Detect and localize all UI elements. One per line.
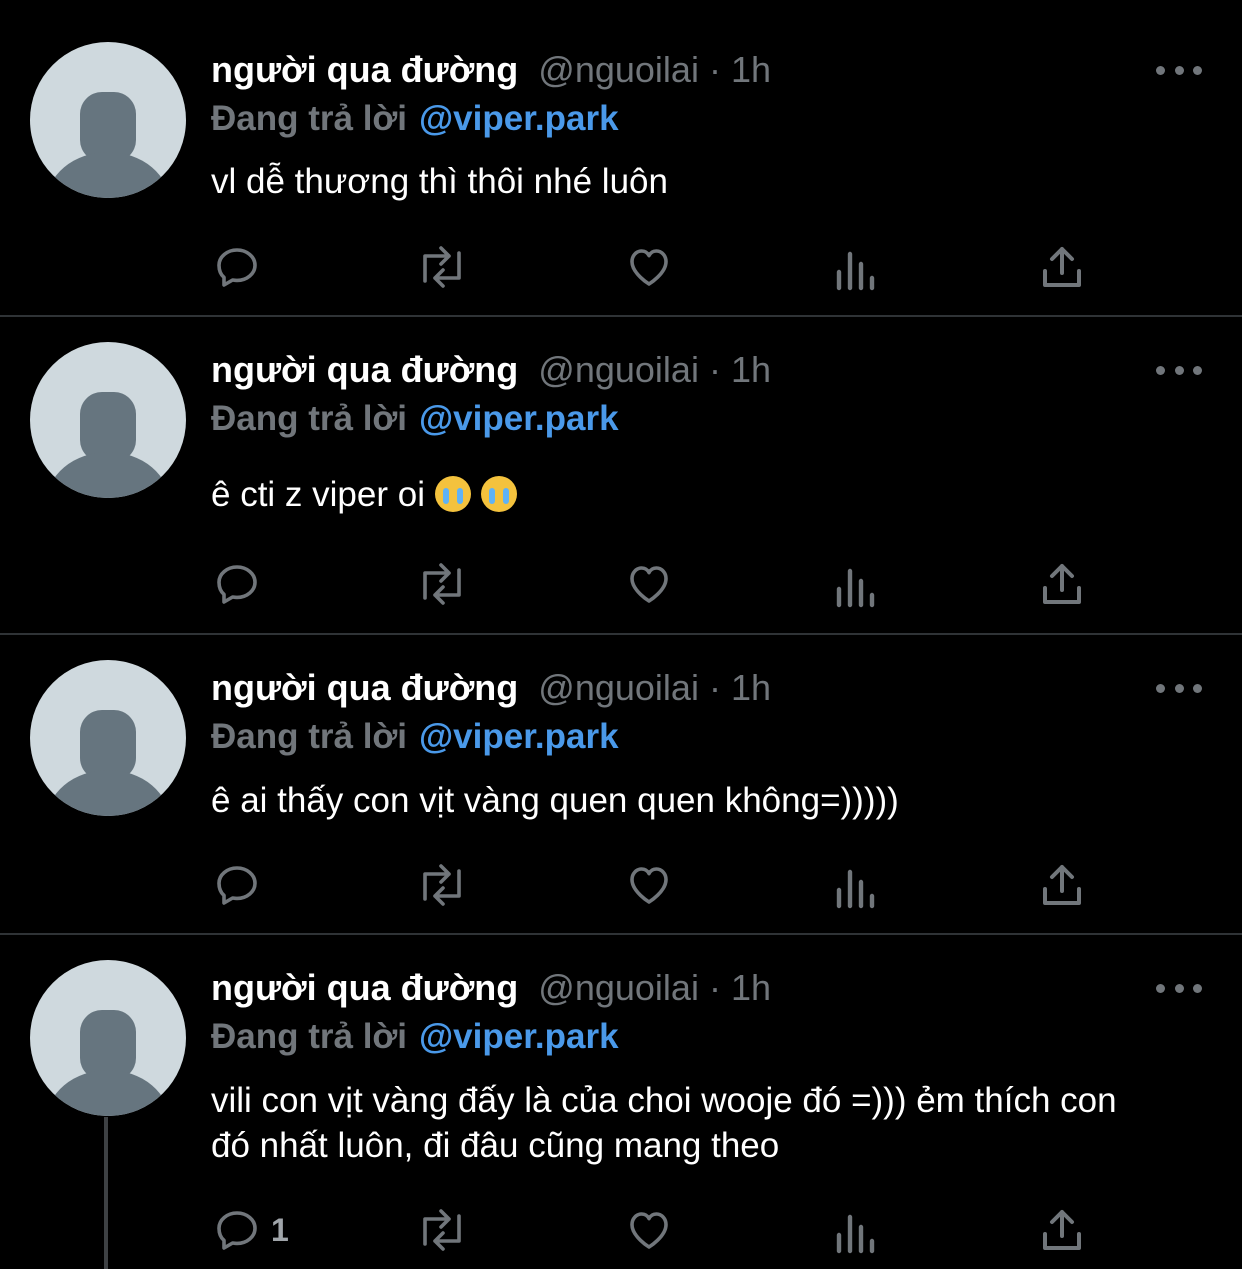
tweet-text: ê ai thấy con vịt vàng quen quen không=)…	[211, 781, 899, 820]
reply-icon	[217, 565, 257, 604]
avatar[interactable]	[30, 42, 186, 198]
retweet-icon	[423, 1209, 461, 1251]
avatar[interactable]	[30, 960, 186, 1116]
mention-link[interactable]: @viper.park	[419, 99, 619, 139]
timestamp[interactable]: 1h	[731, 49, 771, 91]
loudly-crying-face-icon	[480, 476, 517, 512]
retweet-icon	[423, 563, 461, 605]
display-name[interactable]: người qua đường	[211, 49, 518, 91]
share-button[interactable]	[1039, 860, 1085, 910]
tweet-1[interactable]: người qua đường @nguoilai · 1h Đang trả …	[0, 0, 1242, 316]
reply-icon	[217, 1211, 257, 1250]
more-options-icon[interactable]	[1156, 355, 1202, 385]
separator: ·	[708, 49, 721, 90]
thread-connector	[104, 1117, 108, 1269]
user-handle[interactable]: @nguoilai	[538, 49, 699, 91]
mention-link[interactable]: @viper.park	[419, 399, 619, 439]
tweet-text: vl dễ thương thì thôi nhé luôn	[211, 162, 668, 201]
like-button[interactable]	[625, 242, 673, 292]
views-button[interactable]	[833, 863, 877, 913]
user-handle[interactable]: @nguoilai	[538, 349, 699, 391]
like-button[interactable]	[625, 860, 673, 910]
views-button[interactable]	[833, 562, 877, 612]
tweet-3[interactable]: người qua đường @nguoilai · 1h Đang trả …	[0, 635, 1242, 933]
separator: ·	[708, 667, 721, 708]
replying-to: Đang trả lời @viper.park	[211, 397, 619, 441]
tweet-header: người qua đường @nguoilai · 1h	[211, 45, 771, 95]
loudly-crying-face-icon	[434, 476, 471, 512]
like-icon	[630, 867, 668, 904]
reply-button[interactable]	[213, 559, 271, 609]
share-icon	[1043, 1210, 1081, 1250]
share-icon	[1043, 247, 1081, 287]
like-button[interactable]	[625, 559, 673, 609]
like-button[interactable]	[625, 1205, 673, 1255]
views-button[interactable]	[833, 1208, 877, 1258]
reply-count: 1	[271, 1211, 289, 1248]
share-icon	[1043, 865, 1081, 905]
share-button[interactable]	[1039, 1205, 1085, 1255]
avatar[interactable]	[30, 342, 186, 498]
tweet-header: người qua đường @nguoilai · 1h	[211, 345, 771, 395]
tweet-header: người qua đường @nguoilai · 1h	[211, 963, 771, 1013]
views-icon	[836, 568, 875, 608]
timestamp[interactable]: 1h	[731, 349, 771, 391]
separator: ·	[708, 349, 721, 390]
retweet-icon	[423, 864, 461, 906]
views-icon	[836, 1214, 875, 1254]
share-icon	[1043, 564, 1081, 604]
timestamp[interactable]: 1h	[731, 967, 771, 1009]
replying-to: Đang trả lời @viper.park	[211, 97, 619, 141]
tweet-header: người qua đường @nguoilai · 1h	[211, 663, 771, 713]
like-icon	[630, 566, 668, 603]
retweet-button[interactable]	[415, 1205, 469, 1255]
like-icon	[630, 249, 668, 286]
reply-button[interactable]: 1	[213, 1205, 289, 1255]
replying-label: Đang trả lời	[211, 399, 408, 438]
like-icon	[630, 1212, 668, 1249]
reply-button[interactable]	[213, 860, 271, 910]
reply-button[interactable]	[213, 242, 271, 292]
replying-to: Đang trả lời @viper.park	[211, 715, 619, 759]
tweet-2[interactable]: người qua đường @nguoilai · 1h Đang trả …	[0, 317, 1242, 633]
tweet-text: vili con vịt vàng đấy là của choi wooje …	[211, 1081, 1117, 1165]
user-handle[interactable]: @nguoilai	[538, 967, 699, 1009]
views-icon	[836, 251, 875, 291]
views-button[interactable]	[833, 245, 877, 295]
retweet-button[interactable]	[415, 559, 469, 609]
replying-label: Đang trả lời	[211, 717, 408, 756]
reply-icon	[217, 866, 257, 905]
retweet-button[interactable]	[415, 242, 469, 292]
reply-icon	[217, 248, 257, 287]
timestamp[interactable]: 1h	[731, 667, 771, 709]
retweet-icon	[423, 246, 461, 288]
share-button[interactable]	[1039, 559, 1085, 609]
share-button[interactable]	[1039, 242, 1085, 292]
replying-to: Đang trả lời @viper.park	[211, 1015, 619, 1059]
replying-label: Đang trả lời	[211, 1017, 408, 1056]
separator: ·	[708, 967, 721, 1008]
user-handle[interactable]: @nguoilai	[538, 667, 699, 709]
replying-label: Đang trả lời	[211, 99, 408, 138]
tweet-4[interactable]: người qua đường @nguoilai · 1h Đang trả …	[0, 935, 1242, 1269]
display-name[interactable]: người qua đường	[211, 967, 518, 1009]
mention-link[interactable]: @viper.park	[419, 717, 619, 757]
more-options-icon[interactable]	[1156, 973, 1202, 1003]
mention-link[interactable]: @viper.park	[419, 1017, 619, 1057]
tweet-text-row: ê cti z viper oi	[211, 472, 1171, 517]
more-options-icon[interactable]	[1156, 55, 1202, 85]
tweet-text: ê cti z viper oi	[211, 475, 425, 514]
avatar[interactable]	[30, 660, 186, 816]
retweet-button[interactable]	[415, 860, 469, 910]
display-name[interactable]: người qua đường	[211, 349, 518, 391]
views-icon	[836, 869, 875, 909]
more-options-icon[interactable]	[1156, 673, 1202, 703]
display-name[interactable]: người qua đường	[211, 667, 518, 709]
